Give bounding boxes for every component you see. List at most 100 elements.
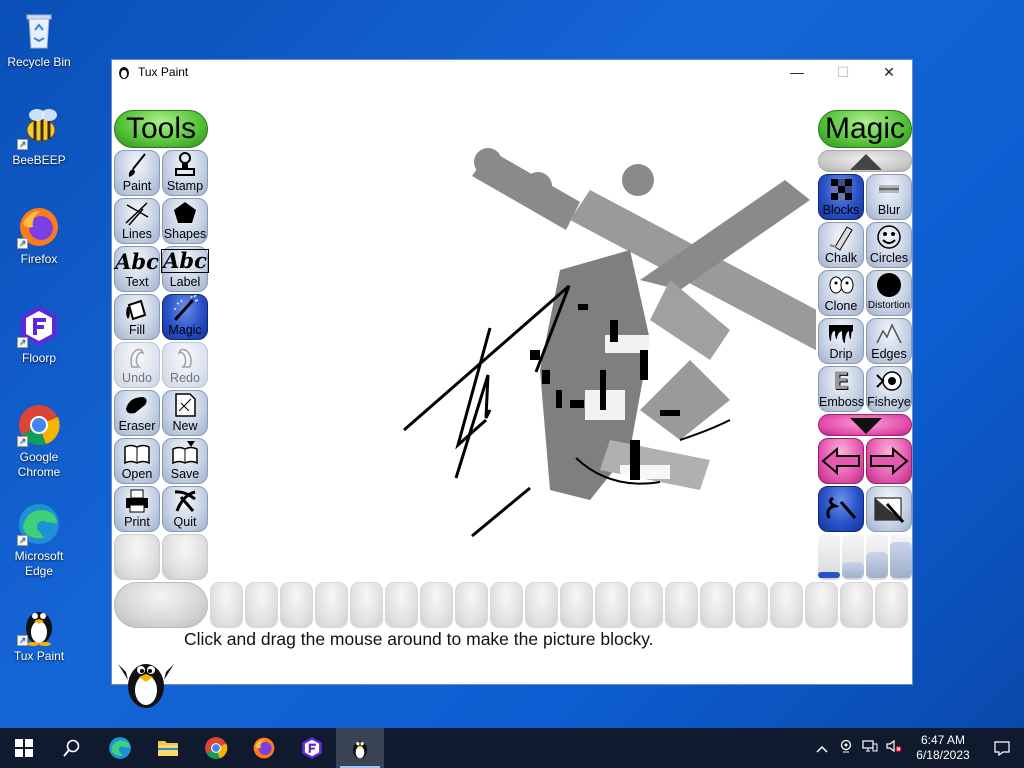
color-slot[interactable]	[350, 582, 383, 628]
taskbar-tux-paint-button[interactable]	[336, 728, 384, 768]
color-slot[interactable]	[875, 582, 908, 628]
color-preview	[114, 582, 208, 628]
notification-center-button[interactable]	[980, 740, 1024, 756]
close-button[interactable]: ✕	[866, 60, 912, 84]
tray-network-button[interactable]	[858, 739, 882, 758]
taskbar-file-explorer-button[interactable]	[144, 728, 192, 768]
fisheye-icon	[867, 367, 911, 395]
brush-icon	[115, 151, 159, 179]
tool-open-button[interactable]: Open	[114, 438, 160, 484]
tool-undo-button[interactable]: Undo	[114, 342, 160, 388]
color-slot[interactable]	[385, 582, 418, 628]
edges-icon	[867, 319, 911, 347]
tool-text-button[interactable]: Abc Text	[114, 246, 160, 292]
color-slot[interactable]	[595, 582, 628, 628]
magic-chalk-button[interactable]: Chalk	[818, 222, 864, 268]
title-bar: Tux Paint — ☐ ✕	[112, 60, 912, 84]
taskbar-clock[interactable]: 6:47 AM 6/18/2023	[906, 733, 980, 763]
open-book-icon	[115, 439, 159, 467]
paint-mode-icon	[819, 487, 863, 531]
tool-print-button[interactable]: Print	[114, 486, 160, 532]
color-slot[interactable]	[665, 582, 698, 628]
color-slot[interactable]	[315, 582, 348, 628]
size-selector[interactable]	[818, 534, 912, 580]
start-button[interactable]	[0, 728, 48, 768]
desktop-icon-google-chrome[interactable]: ↗ Google Chrome	[4, 403, 74, 480]
magic-clone-button[interactable]: Clone	[818, 270, 864, 316]
desktop-icon-label: BeeBEEP	[12, 153, 66, 167]
tool-quit-button[interactable]: Quit	[162, 486, 208, 532]
tool-eraser-button[interactable]: Eraser	[114, 390, 160, 436]
desktop-icon-microsoft-edge[interactable]: ↗ Microsoft Edge	[4, 502, 74, 579]
color-slot[interactable]	[770, 582, 803, 628]
color-slot[interactable]	[455, 582, 488, 628]
magic-blocks-button[interactable]: Blocks	[818, 174, 864, 220]
tray-volume-button[interactable]	[882, 739, 906, 758]
color-slot[interactable]	[840, 582, 873, 628]
tool-magic-button[interactable]: Magic	[162, 294, 208, 340]
taskbar-edge-button[interactable]	[96, 728, 144, 768]
color-slot[interactable]	[280, 582, 313, 628]
minimize-button[interactable]: —	[774, 60, 820, 84]
desktop-icon-floorp[interactable]: ↗ Floorp	[4, 304, 74, 366]
status-tip: Click and drag the mouse around to make …	[184, 629, 654, 649]
color-slot[interactable]	[805, 582, 838, 628]
magic-drip-button[interactable]: Drip	[818, 318, 864, 364]
magic-blur-button[interactable]: Blur	[866, 174, 912, 220]
magic-scroll-up-button[interactable]	[818, 150, 912, 172]
magic-scroll-down-button[interactable]	[818, 414, 912, 436]
taskbar-chrome-button[interactable]	[192, 728, 240, 768]
color-slot[interactable]	[245, 582, 278, 628]
magic-emboss-button[interactable]: E Emboss	[818, 366, 864, 412]
color-slot[interactable]	[630, 582, 663, 628]
tool-redo-button[interactable]: Redo	[162, 342, 208, 388]
tool-label-button[interactable]: Abc Label	[161, 246, 209, 292]
desktop-icon-label: Firefox	[20, 252, 58, 266]
drawing-canvas[interactable]	[210, 110, 816, 580]
color-slot[interactable]	[735, 582, 768, 628]
color-slot[interactable]	[490, 582, 523, 628]
magic-label: Emboss	[819, 395, 865, 409]
tool-lines-button[interactable]: Lines	[114, 198, 160, 244]
taskbar-floorp-button[interactable]	[288, 728, 336, 768]
tux-icon: ↗	[17, 602, 61, 646]
magic-left-arrow-button[interactable]	[818, 438, 864, 484]
tool-new-button[interactable]: New	[162, 390, 208, 436]
magic-edges-button[interactable]: Edges	[866, 318, 912, 364]
text-icon: Abc	[115, 247, 159, 275]
tool-save-button[interactable]: Save	[162, 438, 208, 484]
tray-webcam-button[interactable]	[834, 739, 858, 758]
color-slot[interactable]	[560, 582, 593, 628]
paint-bucket-icon	[115, 295, 159, 323]
color-slot[interactable]	[700, 582, 733, 628]
color-slot[interactable]	[210, 582, 243, 628]
magic-paint-mode-button[interactable]	[818, 486, 864, 532]
save-book-icon	[163, 439, 207, 467]
tool-stamp-button[interactable]: Stamp	[162, 150, 208, 196]
tool-shapes-button[interactable]: Shapes	[162, 198, 208, 244]
desktop-icon-firefox[interactable]: ↗ Firefox	[4, 205, 74, 267]
up-arrow-icon	[850, 154, 882, 170]
desktop-icon-beebeep[interactable]: ↗ BeeBEEP	[4, 106, 74, 168]
taskbar-firefox-button[interactable]	[240, 728, 288, 768]
color-palette	[210, 582, 910, 628]
maximize-button[interactable]: ☐	[820, 60, 866, 84]
color-slot[interactable]	[420, 582, 453, 628]
search-button[interactable]	[48, 728, 96, 768]
windows-start-icon	[15, 739, 33, 757]
desktop-icon-label: Floorp	[21, 351, 56, 365]
tux-paint-window: Tux Paint — ☐ ✕ Tools Magic Paint Stamp …	[111, 59, 913, 708]
magic-fullscreen-mode-button[interactable]	[866, 486, 912, 532]
magic-distortion-button[interactable]: Distortion	[866, 270, 912, 316]
magic-right-arrow-button[interactable]	[866, 438, 912, 484]
color-slot[interactable]	[525, 582, 558, 628]
tux-paint-app: Tools Magic Paint Stamp Lines Shapes Abc…	[112, 84, 912, 708]
desktop-icon-recycle-bin[interactable]: Recycle Bin	[4, 8, 74, 70]
magic-circles-button[interactable]: Circles	[866, 222, 912, 268]
magic-fisheye-button[interactable]: Fisheye	[866, 366, 912, 412]
show-hidden-icons-button[interactable]	[810, 740, 834, 756]
label-icon: Abc	[161, 247, 209, 275]
tool-paint-button[interactable]: Paint	[114, 150, 160, 196]
tool-fill-button[interactable]: Fill	[114, 294, 160, 340]
desktop-icon-tux-paint[interactable]: ↗ Tux Paint	[4, 602, 74, 664]
